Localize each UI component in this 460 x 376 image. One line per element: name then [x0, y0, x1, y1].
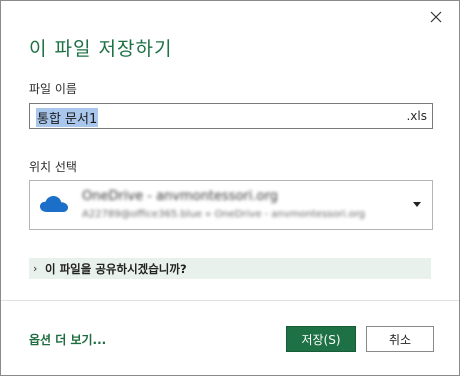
dialog-title: 이 파일 저장하기	[29, 38, 173, 60]
share-label: 이 파일을 공유하시겠습니까?	[45, 261, 187, 276]
onedrive-cloud-icon	[40, 196, 68, 212]
save-dialog: 이 파일 저장하기 파일 이름 통합 문서1 .xls 위치 선택 OneDri…	[0, 0, 460, 376]
location-name: OneDrive - anvmontessori.org	[82, 189, 278, 204]
save-button[interactable]: 저장(S)	[286, 326, 356, 352]
footer-divider	[1, 300, 459, 301]
file-name-input[interactable]: 통합 문서1 .xls	[29, 103, 433, 129]
location-select[interactable]: OneDrive - anvmontessori.org A22789@offi…	[29, 180, 433, 230]
chevron-down-icon[interactable]	[413, 202, 421, 207]
file-name-label: 파일 이름	[29, 82, 77, 96]
cancel-button[interactable]: 취소	[366, 326, 434, 352]
file-extension: .xls	[406, 109, 427, 123]
location-path: A22789@office365.blue » OneDrive - anvmo…	[82, 209, 366, 220]
share-expander[interactable]: › 이 파일을 공유하시겠습니까?	[29, 258, 431, 279]
chevron-right-icon: ›	[33, 262, 38, 275]
close-button[interactable]	[421, 3, 451, 31]
close-icon	[430, 11, 442, 23]
more-options-link[interactable]: 옵션 더 보기...	[29, 331, 106, 348]
file-name-value[interactable]: 통합 문서1	[36, 108, 99, 127]
location-label: 위치 선택	[29, 160, 77, 174]
